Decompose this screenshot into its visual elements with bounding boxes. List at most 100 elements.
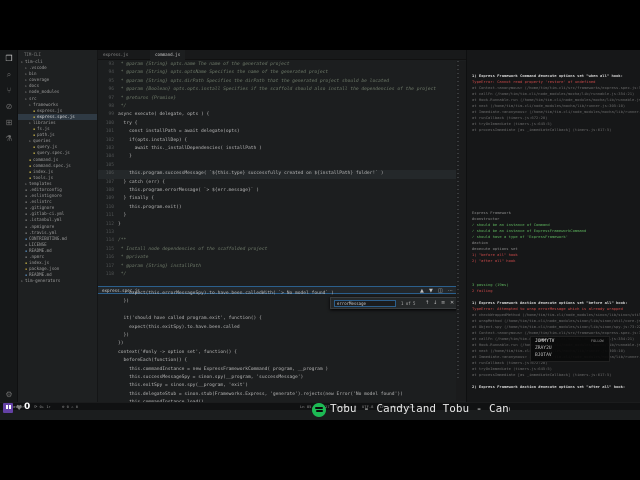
line-text: this.exitSpy = sinon.spy(__program, 'exi… xyxy=(118,383,248,389)
minimap-line xyxy=(457,365,459,366)
line-number: 113 xyxy=(105,230,114,235)
line-text: this.delegateStub = sinon.stub(Framework… xyxy=(118,391,403,397)
code-line[interactable]: this.commandInstance = new ExpressFramew… xyxy=(98,366,466,374)
line-number: 100 xyxy=(105,120,114,126)
close-find-icon[interactable]: ✕ xyxy=(450,298,454,309)
code-line[interactable]: 99 async execute( delegate, opts ) { xyxy=(98,111,466,119)
next-match-icon[interactable]: ↓ xyxy=(433,298,437,309)
code-line[interactable]: 103 await this._installDependencies( ins… xyxy=(98,145,466,153)
output-line: at processImmediate [as _immediateCallba… xyxy=(472,127,612,132)
code-line[interactable]: }) xyxy=(98,340,466,348)
minimap-line xyxy=(457,221,459,222)
minimap-line xyxy=(457,317,459,318)
tree-item-label: .editorconfig xyxy=(29,186,62,192)
tree-item-label: index.js xyxy=(29,260,50,266)
line-text: expect(this.exitSpy).to.have.been.called xyxy=(118,324,240,330)
code-line[interactable]: 98 */ xyxy=(98,103,466,111)
code-line[interactable]: }) xyxy=(98,332,466,340)
tree-item-label: path.js xyxy=(37,132,55,138)
minimap-line xyxy=(457,141,459,142)
tree-item-label: express.spec.js xyxy=(37,113,75,119)
minimap-line xyxy=(457,325,459,326)
minimap-line xyxy=(457,101,459,102)
code-view-main[interactable]: 93 * @param {String} opts.name The name … xyxy=(98,61,466,277)
settings-gear-icon[interactable]: ⚙ xyxy=(4,390,14,400)
code-line[interactable]: 100 try { xyxy=(98,120,466,128)
line-text: */ xyxy=(118,104,127,109)
overlay-line-2: ZRAY2U xyxy=(535,346,552,351)
extensions-icon[interactable]: ⊞ xyxy=(4,118,14,128)
sync-status[interactable]: ⟳ 0↓ 1↑ xyxy=(34,403,51,411)
code-line[interactable]: 97 * @returns {Promise} xyxy=(98,95,466,103)
line-text: }) xyxy=(118,333,130,338)
line-text: this.successMessageSpy = sinon.spy(__pro… xyxy=(118,375,304,380)
minimap-line xyxy=(457,85,459,86)
code-line[interactable]: 102 if(opts.installDep) { xyxy=(98,137,466,145)
minimap[interactable] xyxy=(456,61,466,401)
problems-count[interactable]: ⊗ 0 ⚠ 0 xyxy=(62,403,78,411)
code-line[interactable]: this.successMessageSpy = sinon.spy(__pro… xyxy=(98,374,466,382)
find-in-selection-icon[interactable]: ≡ xyxy=(441,298,445,309)
minimap-line xyxy=(457,113,459,114)
tree-item-label: libraries xyxy=(33,119,56,125)
heart-icon: ♥ xyxy=(16,404,23,412)
find-input[interactable]: errorMessage xyxy=(334,300,396,307)
line-text: it('should have called program.exit', fu… xyxy=(118,316,262,322)
tree-item-label: tools.js xyxy=(33,174,54,180)
code-line[interactable]: 116 * @private xyxy=(98,254,466,262)
test-icon[interactable]: ⚗ xyxy=(4,134,14,144)
spotify-icon xyxy=(312,403,326,417)
overlay-line-3: BJOTAV xyxy=(535,353,552,358)
code-line[interactable]: 108 this.program.errorMessage( `> ${err.… xyxy=(98,187,466,195)
previous-match-icon[interactable]: ↑ xyxy=(425,298,429,309)
code-line[interactable]: 106 this.program.successMessage( `${this… xyxy=(98,170,466,179)
code-line[interactable]: 109 } finally { xyxy=(98,195,466,203)
minimap-line xyxy=(457,105,459,106)
code-line[interactable]: 93 * @param {String} opts.name The name … xyxy=(98,61,466,69)
minimap-line xyxy=(457,357,459,358)
code-line[interactable]: this.delegateStub = sinon.stub(Framework… xyxy=(98,391,466,399)
code-line[interactable]: 96 * @param {Boolean} opts.opts.install … xyxy=(98,86,466,94)
tab-express-js[interactable]: express.js xyxy=(98,50,133,60)
code-line[interactable]: 118 */ xyxy=(98,271,466,279)
code-line[interactable]: 114 /** xyxy=(98,237,466,245)
minimap-line xyxy=(457,257,459,258)
code-line[interactable]: 112} xyxy=(98,221,466,229)
code-line[interactable]: this.exitSpy = sinon.spy(__program, 'exi… xyxy=(98,382,466,390)
line-number: 112 xyxy=(105,221,114,227)
code-line[interactable]: 95 * @param {String} opts.dirPath Specif… xyxy=(98,78,466,86)
code-line[interactable]: 105 xyxy=(98,162,466,170)
source-control-icon[interactable]: ⑂ xyxy=(4,86,14,96)
tab-command-js[interactable]: command.js xyxy=(150,50,186,60)
code-line[interactable]: beforeEach(function() { xyxy=(98,357,466,365)
code-line[interactable]: 111 } xyxy=(98,212,466,220)
minimap-line xyxy=(457,361,459,362)
search-icon[interactable]: ⌕ xyxy=(4,70,14,80)
code-line[interactable]: context('#only -> option set', function(… xyxy=(98,349,466,357)
tree-item-label: templates xyxy=(29,180,52,186)
debug-icon[interactable]: ⊘ xyxy=(4,102,14,112)
code-line[interactable]: it('should have called program.exit', fu… xyxy=(98,315,466,323)
code-line[interactable]: 115 * Install node dependencies of the s… xyxy=(98,246,466,254)
code-line[interactable]: expect(this.exitSpy).to.have.been.called xyxy=(98,324,466,332)
code-line[interactable]: 104 } xyxy=(98,153,466,161)
minimap-line xyxy=(457,241,459,242)
minimap-line xyxy=(457,265,459,266)
minimap-line xyxy=(457,197,459,198)
code-line[interactable]: 117 * @param {String} installPath xyxy=(98,263,466,271)
code-line[interactable]: 113 xyxy=(98,229,466,237)
minimap-line xyxy=(457,97,459,98)
minimap-line xyxy=(457,205,459,206)
code-line[interactable]: 101 const installPath = await delegate(o… xyxy=(98,128,466,136)
files-icon[interactable]: ❐ xyxy=(4,54,14,64)
minimap-line xyxy=(457,177,459,178)
code-line[interactable]: 94 * @param {String} opts.optsName Speci… xyxy=(98,69,466,77)
line-number: 114 xyxy=(105,238,114,244)
minimap-line xyxy=(457,65,459,66)
tree-item[interactable]: ▸ tim-generators xyxy=(18,278,97,284)
code-line[interactable]: 110 this.program.exit() xyxy=(98,204,466,212)
minimap-line xyxy=(457,81,459,82)
minimap-line xyxy=(457,149,459,150)
line-text: } catch (err) { xyxy=(118,179,166,185)
code-line[interactable]: 107 } catch (err) { xyxy=(98,179,466,187)
